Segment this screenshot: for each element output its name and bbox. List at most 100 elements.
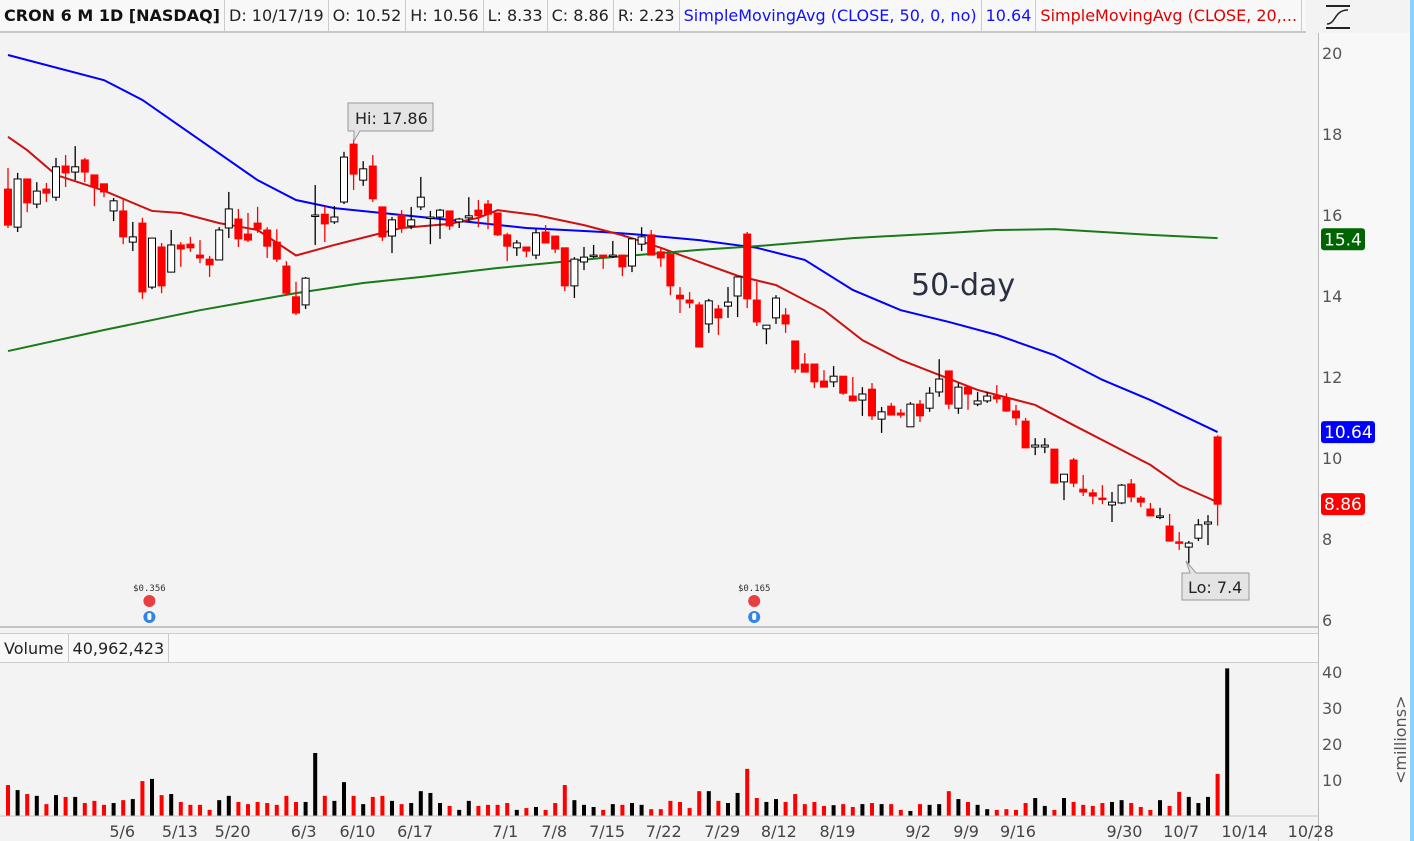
volume-bar bbox=[1090, 805, 1095, 816]
candle-body bbox=[781, 314, 790, 325]
volume-bar bbox=[985, 809, 990, 816]
price-badge-label: 15.4 bbox=[1324, 230, 1362, 250]
volume-bar bbox=[716, 800, 721, 816]
candle-body bbox=[1050, 448, 1059, 484]
candle-body bbox=[23, 178, 32, 204]
volume-bar bbox=[121, 800, 126, 816]
volume-bar bbox=[678, 801, 682, 816]
volume-bar bbox=[774, 799, 778, 816]
volume-bar bbox=[495, 804, 500, 816]
candle-body bbox=[695, 304, 704, 348]
volume-bar bbox=[361, 804, 366, 816]
candle-body bbox=[1031, 444, 1040, 448]
date-tick-label: 9/30 bbox=[1107, 822, 1143, 841]
volume-bar bbox=[553, 803, 558, 816]
date-tick-label: 6/3 bbox=[291, 822, 317, 841]
volume-bar bbox=[438, 803, 442, 816]
price-tick-label: 8 bbox=[1322, 530, 1332, 549]
candle-body bbox=[272, 241, 281, 260]
volume-bar bbox=[73, 796, 78, 816]
candle-body bbox=[589, 254, 598, 258]
volume-bar bbox=[841, 804, 846, 816]
candle-body bbox=[906, 403, 915, 428]
volume-bar bbox=[937, 804, 942, 816]
volume-bar bbox=[524, 808, 529, 816]
candle-body bbox=[474, 209, 483, 217]
price-tick-label: 10 bbox=[1322, 449, 1342, 468]
candle-body bbox=[263, 229, 272, 247]
volume-bar bbox=[169, 794, 174, 816]
candle-body bbox=[378, 206, 387, 238]
candle-body bbox=[1098, 497, 1107, 501]
volume-bar bbox=[822, 805, 826, 816]
volume-bar bbox=[1206, 796, 1210, 816]
candle-body bbox=[1021, 420, 1030, 449]
candle-body bbox=[445, 210, 454, 227]
volume-bar bbox=[562, 785, 567, 816]
candle-body bbox=[436, 209, 444, 218]
date-tick-label: 10/28 bbox=[1288, 822, 1334, 841]
candle-body bbox=[330, 216, 339, 223]
volume-bar bbox=[1129, 803, 1134, 816]
volume-bar bbox=[754, 798, 759, 816]
volume-bar bbox=[975, 804, 980, 816]
candle-body bbox=[119, 210, 128, 238]
candle-body bbox=[1127, 483, 1136, 498]
date-tick-label: 8/12 bbox=[761, 822, 797, 841]
price-tick-label: 14 bbox=[1322, 287, 1342, 306]
volume-bar bbox=[322, 795, 327, 816]
candle-body bbox=[13, 178, 22, 228]
candle-body bbox=[42, 188, 51, 194]
candle-body bbox=[829, 375, 838, 383]
volume-bar bbox=[476, 805, 481, 816]
hi-label: Hi: 17.86 bbox=[355, 109, 428, 128]
sma-annotation-text: 50-day bbox=[911, 268, 1015, 303]
candle-body bbox=[1136, 497, 1145, 503]
volume-tick-label: 30 bbox=[1322, 699, 1342, 718]
volume-bar bbox=[198, 804, 202, 816]
price-volume-chart[interactable]: 20 18 16 14 12 10 8 6 40 30 20 10 <millions> 5/6 5/13 5… bbox=[0, 0, 1414, 841]
candle-body bbox=[916, 403, 924, 417]
volume-bar bbox=[687, 808, 692, 816]
date-tick-label: 10/14 bbox=[1221, 822, 1267, 841]
candle-body bbox=[397, 214, 406, 228]
candle-body bbox=[503, 234, 512, 247]
volume-bar bbox=[207, 809, 212, 816]
volume-tick-label: 40 bbox=[1322, 663, 1342, 682]
volume-bar bbox=[6, 785, 10, 816]
candle-body bbox=[551, 235, 560, 250]
volume-bar bbox=[255, 801, 260, 816]
candle-body bbox=[1002, 397, 1011, 412]
candle-body bbox=[896, 412, 905, 416]
volume-bar bbox=[294, 801, 298, 816]
candle-body bbox=[167, 244, 176, 273]
candle-body bbox=[704, 300, 713, 325]
candle-body bbox=[839, 375, 848, 394]
volume-bar bbox=[178, 801, 183, 816]
volume-bar bbox=[1033, 798, 1038, 816]
volume-bar bbox=[994, 809, 999, 816]
candle-body bbox=[416, 196, 425, 208]
volume-bar bbox=[44, 804, 49, 816]
candle-body bbox=[32, 190, 41, 205]
date-tick-label: 8/19 bbox=[819, 822, 855, 841]
candle-body bbox=[157, 246, 166, 287]
candle-body bbox=[580, 256, 588, 263]
volume-bar bbox=[1023, 803, 1028, 816]
candle-body bbox=[1194, 524, 1203, 539]
candle-body bbox=[743, 233, 752, 300]
earnings-icon bbox=[748, 595, 761, 607]
volume-bar bbox=[34, 795, 39, 816]
volume-bar bbox=[1004, 809, 1009, 816]
candle-body bbox=[90, 174, 99, 188]
volume-tick-label: 10 bbox=[1322, 771, 1342, 790]
volume-bar bbox=[428, 792, 433, 816]
volume-bar bbox=[1148, 809, 1153, 816]
candle-body bbox=[1146, 508, 1155, 517]
candle-body bbox=[791, 340, 800, 370]
candle-body bbox=[196, 254, 204, 259]
volume-bar bbox=[1215, 773, 1220, 816]
volume-bar bbox=[591, 807, 596, 816]
volume-bar bbox=[860, 804, 865, 816]
date-tick-label: 6/10 bbox=[339, 822, 375, 841]
